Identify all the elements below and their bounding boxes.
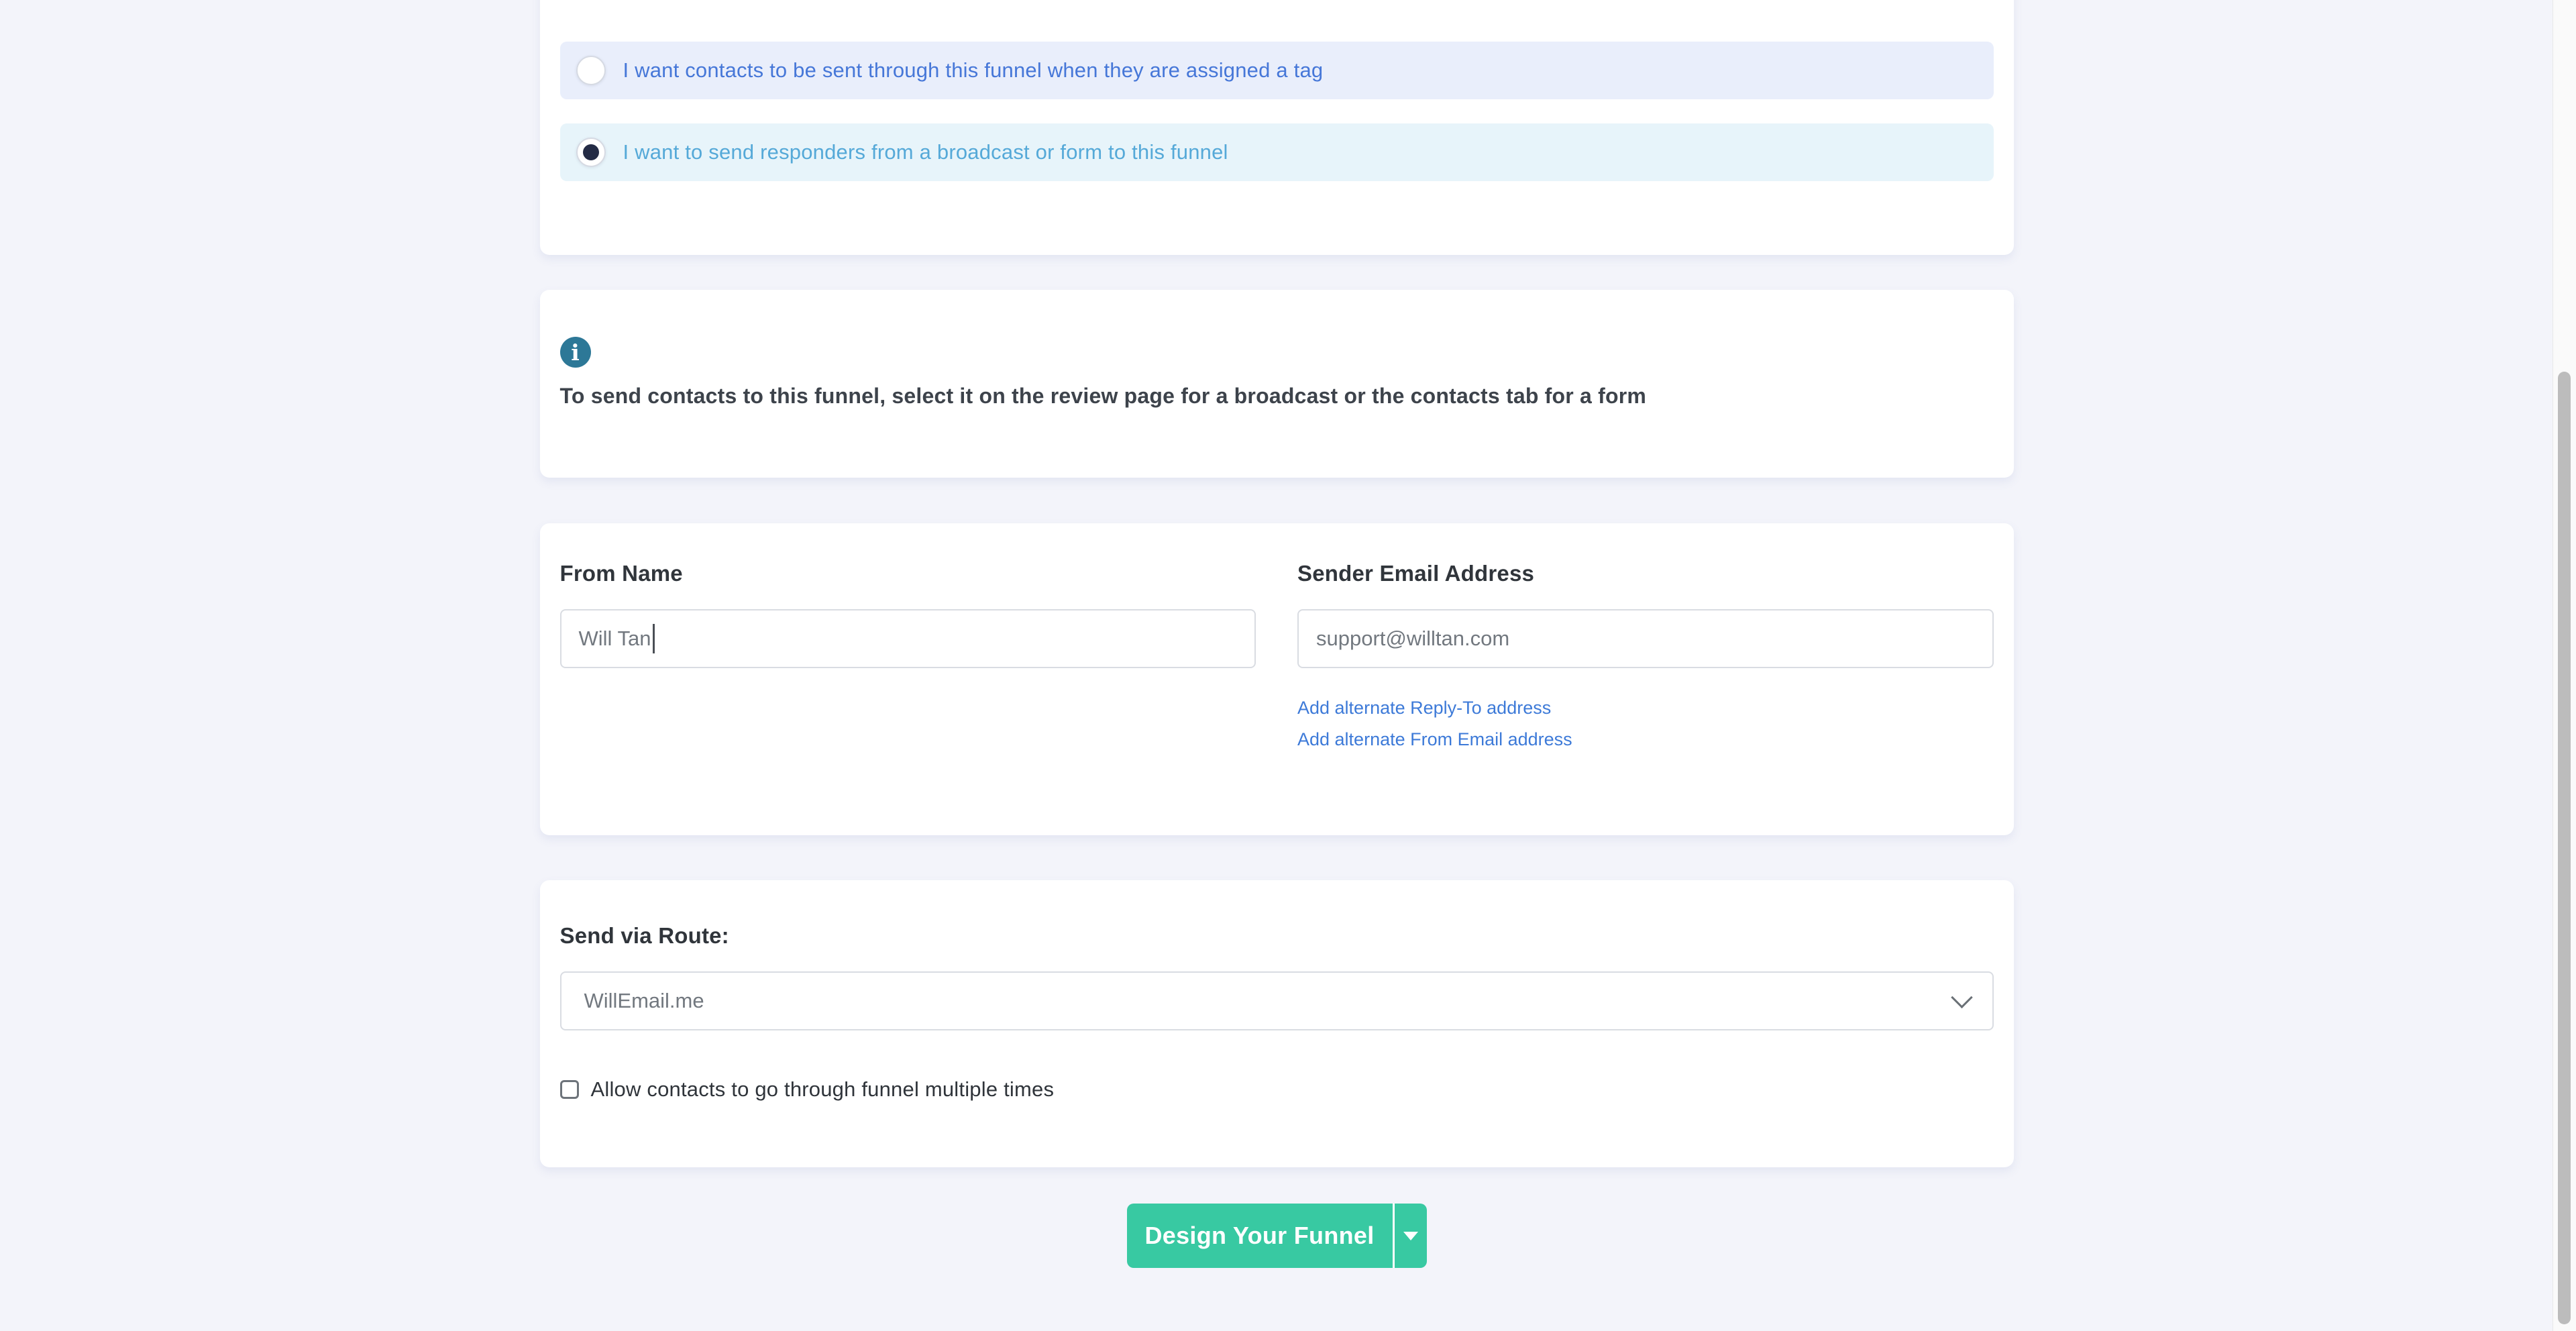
route-card: Send via Route: WillEmail.me Allow conta… xyxy=(540,880,2014,1167)
route-select-value: WillEmail.me xyxy=(584,989,704,1013)
option-row-responders[interactable]: I want to send responders from a broadca… xyxy=(560,123,1994,181)
from-name-column: From Name Will Tan xyxy=(560,561,1256,750)
add-from-email-link[interactable]: Add alternate From Email address xyxy=(1297,729,1572,750)
info-circle-icon: i xyxy=(560,337,591,368)
route-select[interactable]: WillEmail.me xyxy=(560,971,1994,1030)
send-via-route-label: Send via Route: xyxy=(560,923,1994,949)
multiple-times-label[interactable]: Allow contacts to go through funnel mult… xyxy=(591,1077,1055,1102)
radio-selected-icon[interactable] xyxy=(576,138,606,167)
sender-email-label: Sender Email Address xyxy=(1297,561,1994,586)
design-funnel-split-button: Design Your Funnel xyxy=(1127,1204,1427,1268)
sender-email-column: Sender Email Address support@willtan.com… xyxy=(1297,561,1994,750)
content-column: I want contacts to be sent through this … xyxy=(540,0,2014,1331)
chevron-down-icon xyxy=(1951,986,1973,1008)
radio-unselected-icon[interactable] xyxy=(576,56,606,85)
multiple-times-row: Allow contacts to go through funnel mult… xyxy=(560,1077,1994,1102)
add-reply-to-link[interactable]: Add alternate Reply-To address xyxy=(1297,698,1551,718)
sender-email-value: support@willtan.com xyxy=(1316,627,1509,651)
scrollbar-thumb[interactable] xyxy=(2558,372,2571,1324)
from-name-input[interactable]: Will Tan xyxy=(560,609,1256,668)
action-row: Design Your Funnel xyxy=(540,1204,2014,1331)
scrollbar-track[interactable] xyxy=(2553,0,2576,1331)
entry-options-card: I want contacts to be sent through this … xyxy=(540,0,2014,255)
option-label: I want contacts to be sent through this … xyxy=(623,58,1324,83)
sender-card: From Name Will Tan Sender Email Address … xyxy=(540,523,2014,835)
info-card: i To send contacts to this funnel, selec… xyxy=(540,290,2014,478)
radio-dot xyxy=(583,144,599,160)
page-viewport: I want contacts to be sent through this … xyxy=(0,0,2553,1331)
option-label: I want to send responders from a broadca… xyxy=(623,140,1228,164)
sender-email-input[interactable]: support@willtan.com xyxy=(1297,609,1994,668)
design-funnel-dropdown-toggle[interactable] xyxy=(1395,1204,1427,1268)
from-name-label: From Name xyxy=(560,561,1256,586)
design-funnel-button[interactable]: Design Your Funnel xyxy=(1127,1204,1395,1268)
info-text: To send contacts to this funnel, select … xyxy=(560,384,1994,409)
option-row-tag[interactable]: I want contacts to be sent through this … xyxy=(560,42,1994,99)
text-cursor xyxy=(653,624,655,653)
caret-down-icon xyxy=(1403,1232,1418,1240)
from-name-value: Will Tan xyxy=(579,627,651,651)
multiple-times-checkbox[interactable] xyxy=(560,1080,579,1099)
